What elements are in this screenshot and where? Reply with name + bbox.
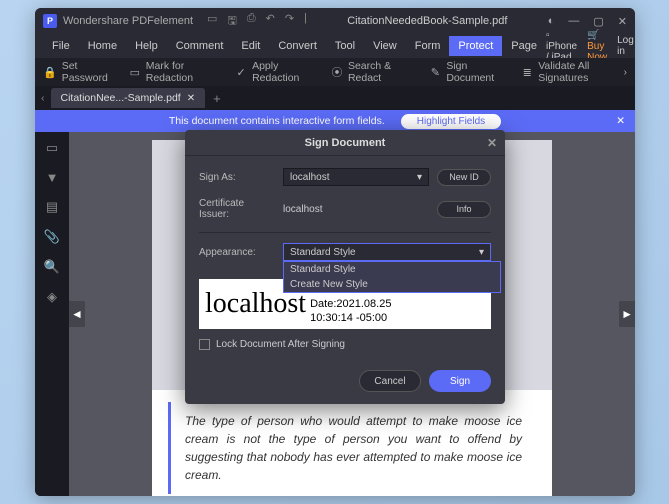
page-next-button[interactable]: ►	[619, 301, 635, 327]
protect-toolbar: 🔒Set Password ▭Mark for Redaction ✓Apply…	[35, 58, 635, 86]
apply-redaction-button[interactable]: ✓Apply Redaction	[235, 60, 317, 84]
highlight-fields-button[interactable]: Highlight Fields	[401, 114, 501, 129]
document-tab[interactable]: CitationNee...-Sample.pdf✕	[51, 88, 206, 108]
chevron-down-icon: ▾	[417, 172, 422, 183]
tab-close-icon[interactable]: ✕	[187, 93, 195, 104]
redact-mark-icon: ▭	[129, 65, 141, 79]
maximize-icon[interactable]: ▢	[593, 15, 603, 28]
validate-signatures-button[interactable]: ≣Validate All Signatures	[521, 60, 627, 84]
menu-page[interactable]: Page	[502, 36, 546, 56]
appearance-select[interactable]: Standard Style▾ Standard Style Create Ne…	[283, 243, 491, 261]
chevron-down-icon: ▾	[479, 247, 484, 258]
mark-redaction-button[interactable]: ▭Mark for Redaction	[129, 60, 221, 84]
sign-button[interactable]: Sign	[429, 370, 491, 392]
sign-document-dialog: Sign Document ✕ Sign As: localhost▾ New …	[185, 130, 505, 404]
theme-icon[interactable]: ◐	[548, 15, 555, 28]
lock-icon: 🔒	[43, 65, 57, 79]
tab-add-icon[interactable]: +	[213, 91, 221, 106]
sign-as-select[interactable]: localhost▾	[283, 168, 429, 186]
redo-icon[interactable]: ↷	[285, 12, 294, 31]
menu-comment[interactable]: Comment	[167, 36, 233, 56]
close-icon[interactable]: ✕	[618, 15, 627, 28]
page-quote: The type of person who would attempt to …	[168, 402, 536, 494]
minimize-icon[interactable]: —	[568, 15, 579, 28]
issuer-label: Certificate Issuer:	[199, 198, 275, 220]
undo-icon[interactable]: ↶	[266, 12, 275, 31]
menu-edit[interactable]: Edit	[232, 36, 269, 56]
appearance-dropdown: Standard Style Create New Style	[283, 261, 501, 293]
print-icon[interactable]: ⎙	[247, 12, 256, 31]
tabbar: ‹ CitationNee...-Sample.pdf✕ +	[35, 86, 635, 110]
form-fields-banner: This document contains interactive form …	[35, 110, 635, 132]
cancel-button[interactable]: Cancel	[359, 370, 421, 392]
window-filename: CitationNeededBook-Sample.pdf	[307, 15, 548, 27]
banner-close-icon[interactable]: ✕	[616, 115, 625, 127]
tab-prev-icon[interactable]: ‹	[41, 92, 45, 104]
dropdown-option-create[interactable]: Create New Style	[284, 277, 500, 292]
page-prev-button[interactable]: ◄	[69, 301, 85, 327]
appearance-label: Appearance:	[199, 247, 275, 258]
menu-home[interactable]: Home	[79, 36, 126, 56]
dialog-header: Sign Document ✕	[185, 130, 505, 156]
login-link[interactable]: Log in	[617, 35, 634, 57]
search-icon: ⦿	[331, 65, 343, 79]
app-title: Wondershare PDFelement	[63, 15, 193, 27]
folder-icon[interactable]: ▭	[207, 12, 217, 31]
menu-tool[interactable]: Tool	[326, 36, 364, 56]
dialog-close-icon[interactable]: ✕	[487, 136, 497, 150]
lock-document-label: Lock Document After Signing	[216, 339, 345, 350]
search-redact-button[interactable]: ⦿Search & Redact	[331, 60, 415, 84]
left-sidebar: ▭ ▼ ▤ 📎 🔍 ◈	[35, 132, 69, 496]
lock-document-checkbox[interactable]	[199, 339, 210, 350]
validate-icon: ≣	[521, 65, 533, 79]
menubar: File Home Help Comment Edit Convert Tool…	[35, 34, 635, 58]
check-icon: ✓	[235, 65, 247, 79]
sign-as-label: Sign As:	[199, 172, 275, 183]
dialog-title: Sign Document	[305, 137, 386, 149]
menu-protect[interactable]: Protect	[449, 36, 502, 56]
attachment-icon[interactable]: 📎	[44, 229, 60, 245]
quick-icons: ▭ 🖫 ⎙ ↶ ↷ |	[207, 12, 307, 31]
toolbar-overflow-icon[interactable]: ›	[624, 67, 627, 78]
sign-document-button[interactable]: ✎Sign Document	[429, 60, 507, 84]
menu-help[interactable]: Help	[126, 36, 167, 56]
issuer-value: localhost	[283, 204, 429, 215]
save-icon[interactable]: 🖫	[227, 12, 236, 31]
app-logo-icon: P	[43, 14, 57, 28]
menu-file[interactable]: File	[43, 36, 79, 56]
menu-view[interactable]: View	[364, 36, 406, 56]
thumbnails-icon[interactable]: ▭	[46, 140, 58, 156]
banner-message: This document contains interactive form …	[169, 115, 385, 127]
menu-form[interactable]: Form	[406, 36, 450, 56]
info-button[interactable]: Info	[437, 201, 491, 218]
new-id-button[interactable]: New ID	[437, 169, 491, 186]
bookmark-icon[interactable]: ▼	[46, 170, 59, 185]
comments-icon[interactable]: ▤	[46, 199, 58, 215]
menu-convert[interactable]: Convert	[269, 36, 326, 56]
sign-icon: ✎	[429, 65, 441, 79]
search-panel-icon[interactable]: 🔍	[44, 259, 60, 275]
set-password-button[interactable]: 🔒Set Password	[43, 60, 115, 84]
dropdown-option-standard[interactable]: Standard Style	[284, 262, 500, 277]
layers-icon[interactable]: ◈	[47, 289, 57, 305]
